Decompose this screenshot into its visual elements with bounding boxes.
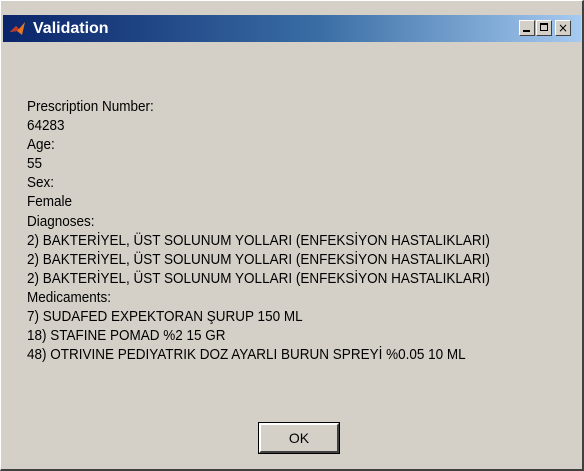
window-title: Validation	[33, 20, 109, 37]
validation-dialog: Validation × Prescription Number: 64283 …	[0, 0, 584, 471]
sex-value: Female	[27, 193, 73, 211]
medicament-item: 7) SUDAFED EXPEKTORAN ŞURUP 150 ML	[27, 308, 303, 326]
ok-button[interactable]: OK	[258, 422, 340, 454]
age-value: 55	[27, 155, 43, 173]
sex-label: Sex:	[27, 174, 55, 192]
diagnosis-item: 2) BAKTERİYEL, ÜST SOLUNUM YOLLARI (ENFE…	[27, 250, 490, 268]
title-bar[interactable]: Validation ×	[3, 15, 581, 42]
validation-content: Prescription Number: 64283 Age: 55 Sex: …	[27, 97, 579, 364]
matlab-logo-icon	[10, 22, 25, 35]
maximize-icon	[540, 23, 548, 31]
diagnoses-label: Diagnoses:	[27, 212, 95, 230]
diagnosis-item: 2) BAKTERİYEL, ÜST SOLUNUM YOLLARI (ENFE…	[27, 269, 490, 287]
medicaments-label: Medicaments:	[27, 288, 112, 306]
age-label: Age:	[27, 136, 55, 154]
maximize-button[interactable]	[536, 20, 552, 36]
close-button[interactable]: ×	[555, 20, 571, 36]
minimize-button[interactable]	[519, 20, 535, 36]
medicament-item: 48) OTRIVINE PEDIYATRIK DOZ AYARLI BURUN…	[27, 346, 466, 364]
minimize-icon	[523, 30, 530, 32]
diagnosis-item: 2) BAKTERİYEL, ÜST SOLUNUM YOLLARI (ENFE…	[27, 231, 490, 249]
prescription-number-value: 64283	[27, 117, 65, 135]
medicament-item: 18) STAFINE POMAD %2 15 GR	[27, 327, 226, 345]
prescription-number-label: Prescription Number:	[27, 98, 154, 115]
